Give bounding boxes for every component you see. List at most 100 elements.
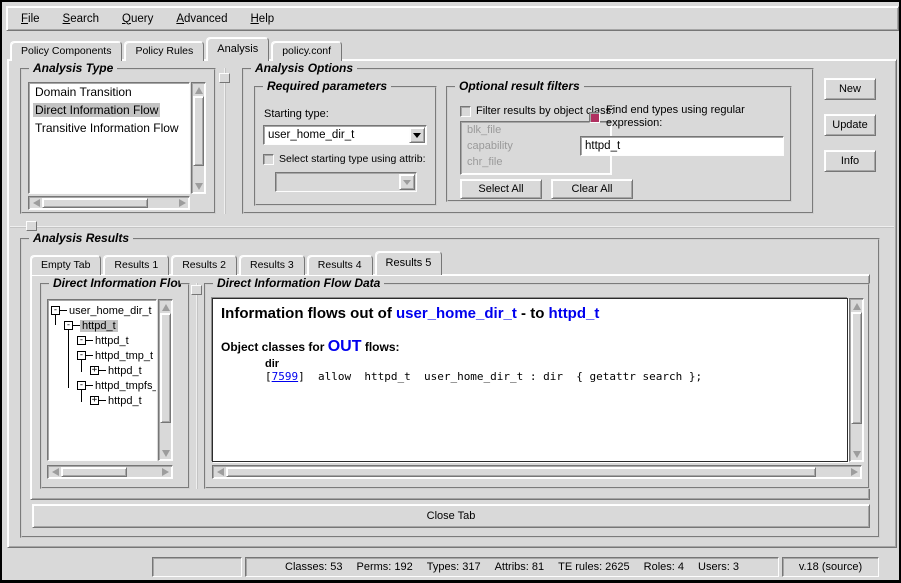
tree-data-divider [196,283,198,489]
scroll-left-arrow-icon[interactable] [213,466,226,479]
list-item[interactable]: Domain Transition [29,83,189,101]
combobox-dropdown-icon [399,174,415,190]
regex-input[interactable] [580,136,784,156]
tab-results-5[interactable]: Results 5 [375,251,443,275]
starting-type-label: Starting type: [264,108,329,121]
results-sash-handle[interactable] [26,221,37,231]
tree-node[interactable]: - httpd_t [48,333,156,348]
object-classes-heading: Object classes for OUT flows: [221,338,839,356]
tab-results-3[interactable]: Results 3 [239,255,305,275]
tab-policy-components[interactable]: Policy Components [10,41,122,61]
info-button[interactable]: Info [824,150,876,172]
menu-search[interactable]: Search [59,11,103,27]
scroll-down-arrow-icon[interactable] [850,448,863,461]
scrollbar-thumb[interactable] [42,198,148,208]
list-item-selected[interactable]: Direct Information Flow [29,101,189,119]
tree-collapse-icon[interactable]: - [77,351,86,360]
menu-query[interactable]: Query [118,11,157,27]
tree-data-sash-handle[interactable] [191,285,202,295]
stat-classes: Classes: 53 [285,561,342,573]
tree-horizontal-scrollbar[interactable] [47,465,173,479]
status-empty-box [152,557,242,577]
attrib-combobox-disabled [275,172,417,192]
tab-empty[interactable]: Empty Tab [30,255,101,275]
scrollbar-thumb[interactable] [61,467,127,477]
attrib-checkbox[interactable] [263,154,274,165]
tab-results-2[interactable]: Results 2 [171,255,237,275]
starting-type-combobox[interactable]: user_home_dir_t [263,125,427,145]
stat-perms: Perms: 192 [357,561,413,573]
menu-help[interactable]: Help [246,11,278,27]
close-tab-button[interactable]: Close Tab [32,504,870,528]
main-tab-bar: Policy Components Policy Rules Analysis … [10,36,342,61]
flow-data-textarea[interactable]: Information flows out of user_home_dir_t… [212,298,848,462]
data-horizontal-scrollbar[interactable] [212,465,862,479]
scrollbar-thumb[interactable] [851,312,862,424]
analysis-options-title: Analysis Options [251,61,357,75]
analysis-results-title: Analysis Results [29,231,133,245]
tree-collapse-icon[interactable]: - [51,306,60,315]
select-all-button[interactable]: Select All [460,179,542,199]
filter-object-class-checkbox[interactable] [460,106,471,117]
new-button[interactable]: New [824,78,876,100]
tab-policy-conf[interactable]: policy.conf [271,41,342,61]
combobox-dropdown-icon[interactable] [409,127,425,143]
tree-collapse-icon[interactable]: - [77,381,86,390]
scroll-up-arrow-icon[interactable] [159,300,172,313]
status-policy-stats: Classes: 53 Perms: 192 Types: 317 Attrib… [245,557,779,577]
scroll-up-arrow-icon[interactable] [192,83,205,96]
menu-advanced[interactable]: Advanced [172,11,231,27]
tab-results-4[interactable]: Results 4 [307,255,373,275]
scrollbar-thumb[interactable] [193,96,204,166]
required-parameters-title: Required parameters [263,79,391,93]
horizontal-scrollbar[interactable] [28,196,190,210]
tree-node[interactable]: + httpd_t [48,393,156,408]
analysis-type-listbox: Domain Transition Direct Information Flo… [28,82,190,194]
attrib-checkbox-label: Select starting type using attrib: [279,153,426,166]
tree-vertical-scrollbar[interactable] [158,299,173,461]
regex-checkbox[interactable] [589,112,600,123]
scroll-left-arrow-icon[interactable] [29,197,42,210]
data-vertical-scrollbar[interactable] [849,298,864,462]
analysis-type-title: Analysis Type [29,61,117,75]
tree-expand-icon[interactable]: + [90,366,99,375]
scroll-right-arrow-icon[interactable] [848,466,861,479]
tree-node[interactable]: - httpd_tmpfs_t [48,378,156,393]
scrollbar-thumb[interactable] [226,467,816,477]
pane-divider [224,68,226,214]
tree-expand-icon[interactable]: + [90,396,99,405]
scroll-up-arrow-icon[interactable] [850,299,863,312]
flow-tree-title: Direct Information Flow Tree [49,276,181,290]
starting-type-value: user_home_dir_t [268,129,354,141]
flow-direction-text: OUT [328,338,362,355]
tab-results-1[interactable]: Results 1 [103,255,169,275]
tab-policy-rules[interactable]: Policy Rules [124,41,204,61]
scroll-left-arrow-icon[interactable] [48,466,61,479]
stat-roles: Roles: 4 [644,561,684,573]
tree-collapse-icon[interactable]: - [77,336,86,345]
rule-number-link[interactable]: 7599 [272,370,299,383]
tree-collapse-icon[interactable]: - [64,321,73,330]
tab-analysis[interactable]: Analysis [206,37,269,61]
results-tab-bar: Empty Tab Results 1 Results 2 Results 3 … [30,251,442,275]
scroll-down-arrow-icon[interactable] [192,180,205,193]
tree-node[interactable]: - user_home_dir_t [48,303,156,318]
scroll-right-arrow-icon[interactable] [159,466,172,479]
flow-heading: Information flows out of user_home_dir_t… [221,305,839,322]
tree-node[interactable]: - httpd_tmp_t [48,348,156,363]
update-button[interactable]: Update [824,114,876,136]
status-policy-version: v.18 (source) [782,557,879,577]
menu-file[interactable]: File [17,11,44,27]
scrollbar-thumb[interactable] [160,313,171,423]
clear-all-button[interactable]: Clear All [551,179,633,199]
pane-sash-handle[interactable] [219,73,230,83]
scroll-down-arrow-icon[interactable] [159,447,172,460]
vertical-scrollbar[interactable] [191,82,206,194]
stat-te-rules: TE rules: 2625 [558,561,630,573]
tree-node[interactable]: + httpd_t [48,363,156,378]
scroll-right-arrow-icon[interactable] [176,197,189,210]
stat-types: Types: 317 [427,561,481,573]
menu-bar: File Search Query Advanced Help [6,6,899,31]
tree-node-selected[interactable]: - httpd_t [48,318,156,333]
list-item[interactable]: Transitive Information Flow [29,119,189,137]
